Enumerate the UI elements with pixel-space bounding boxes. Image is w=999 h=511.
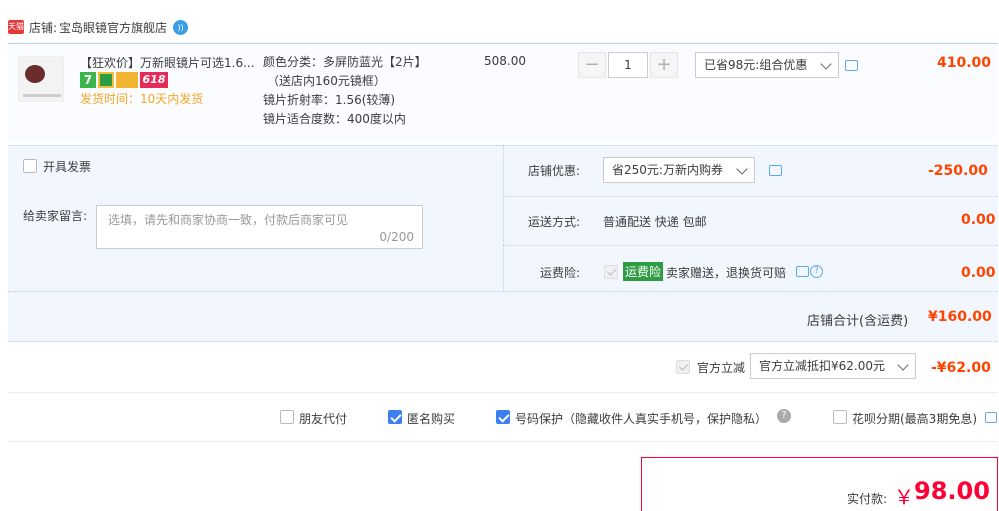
comment-icon[interactable] (985, 412, 997, 423)
pay-box: 实付款: ￥ 98.00 (641, 457, 998, 511)
guarantee-icon (98, 72, 114, 88)
shop-label: 店铺: (29, 20, 58, 35)
quantity-stepper: − 1 + (578, 52, 678, 78)
message-counter: 0/200 (379, 230, 414, 244)
credit-card-icon (116, 72, 138, 88)
friend-pay-label: 朋友代付 (299, 412, 348, 426)
divider (8, 441, 998, 442)
official-discount-amount: -¥62.00 (931, 360, 991, 376)
qty-plus-button[interactable]: + (650, 52, 678, 78)
store-discount-amount: -250.00 (928, 163, 988, 179)
store-discount-select-value: 省250元:万新内购券 (612, 163, 723, 177)
official-discount-select[interactable]: 官方立减抵扣¥62.00元 (750, 353, 916, 379)
pay-amount: 98.00 (914, 477, 990, 505)
store-discount-label: 店铺优惠: (528, 164, 581, 178)
unit-price: 508.00 (484, 54, 526, 68)
shipping-label: 运送方式: (528, 215, 581, 229)
comment-icon[interactable] (796, 266, 809, 277)
divider (503, 245, 998, 246)
item-attr-note: （送店内160元镜框） (267, 74, 386, 88)
comment-icon[interactable] (769, 165, 782, 176)
shipping-value: 普通配送 快递 包邮 (603, 215, 707, 229)
product-thumbnail[interactable] (18, 56, 64, 102)
chevron-down-icon (736, 163, 748, 175)
huabei-label: 花呗分期(最高3期免息) (852, 412, 977, 426)
insurance-amount: 0.00 (961, 265, 996, 281)
pay-currency: ￥ (894, 485, 914, 509)
store-discount-select[interactable]: 省250元:万新内购券 (603, 157, 755, 183)
qty-minus-button[interactable]: − (578, 52, 606, 78)
number-protect-checkbox[interactable] (496, 410, 510, 424)
item-attr-color: 颜色分类：多屏防蓝光【2片】 (263, 55, 427, 69)
chevron-down-icon (820, 58, 832, 70)
anonymous-checkbox[interactable] (388, 410, 402, 424)
insurance-label: 运费险: (540, 266, 581, 280)
item-promo-select-value: 已省98元:组合优惠 (704, 58, 808, 72)
official-discount-label: 官方立减 (697, 361, 746, 375)
item-attr-index: 镜片折射率：1.56(较薄) (263, 93, 396, 107)
item-badges: 7 618 (80, 72, 168, 88)
pay-label: 实付款: (847, 492, 888, 506)
divider (503, 196, 998, 197)
item-title-link[interactable]: 【狂欢价】万新眼镜片可选1.6... (80, 54, 258, 71)
anonymous-label: 匿名购买 (407, 412, 456, 426)
store-total-label: 店铺合计(含运费) (807, 314, 909, 329)
official-discount-select-value: 官方立减抵扣¥62.00元 (759, 359, 885, 373)
qty-input[interactable]: 1 (608, 52, 648, 78)
promo-618-badge: 618 (140, 72, 168, 88)
tmall-icon: 天猫 (8, 20, 24, 34)
huabei-checkbox[interactable] (833, 410, 847, 424)
help-icon[interactable]: ? (777, 409, 791, 423)
item-promo-select[interactable]: 已省98元:组合优惠 (695, 52, 839, 78)
insurance-desc: 卖家赠送，退换货可赔 (666, 266, 787, 280)
shop-name-link[interactable]: 宝岛眼镜官方旗舰店 (59, 19, 167, 36)
invoice-label: 开具发票 (43, 160, 92, 174)
friend-pay-checkbox[interactable] (280, 410, 294, 424)
divider (8, 392, 998, 393)
comment-icon[interactable] (845, 60, 858, 71)
message-placeholder: 选填，请先和商家协商一致，付款后商家可见 (108, 213, 349, 227)
chat-bubble-icon[interactable]: )) (173, 19, 189, 35)
shop-header: 天猫 店铺: 宝岛眼镜官方旗舰店 )) (8, 16, 189, 38)
insurance-checkbox (604, 265, 618, 279)
item-attr-degree: 镜片适合度数：400度以内 (263, 112, 406, 126)
ship-time: 发货时间：10天内发货 (80, 92, 204, 106)
official-discount-checkbox (676, 360, 690, 374)
insurance-tag: 运费险 (623, 262, 664, 281)
message-label: 给卖家留言: (23, 209, 88, 223)
seven-day-return-icon: 7 (80, 72, 96, 88)
item-subtotal: 410.00 (937, 55, 992, 71)
number-protect-label: 号码保护（隐藏收件人真实手机号，保护隐私） (515, 412, 768, 426)
invoice-checkbox[interactable] (23, 159, 37, 173)
store-total-amount: ¥160.00 (928, 309, 992, 325)
shipping-amount: 0.00 (961, 212, 996, 228)
help-icon[interactable]: ? (810, 265, 823, 278)
chevron-down-icon (897, 359, 909, 371)
message-textarea[interactable]: 选填，请先和商家协商一致，付款后商家可见 0/200 (96, 205, 423, 249)
